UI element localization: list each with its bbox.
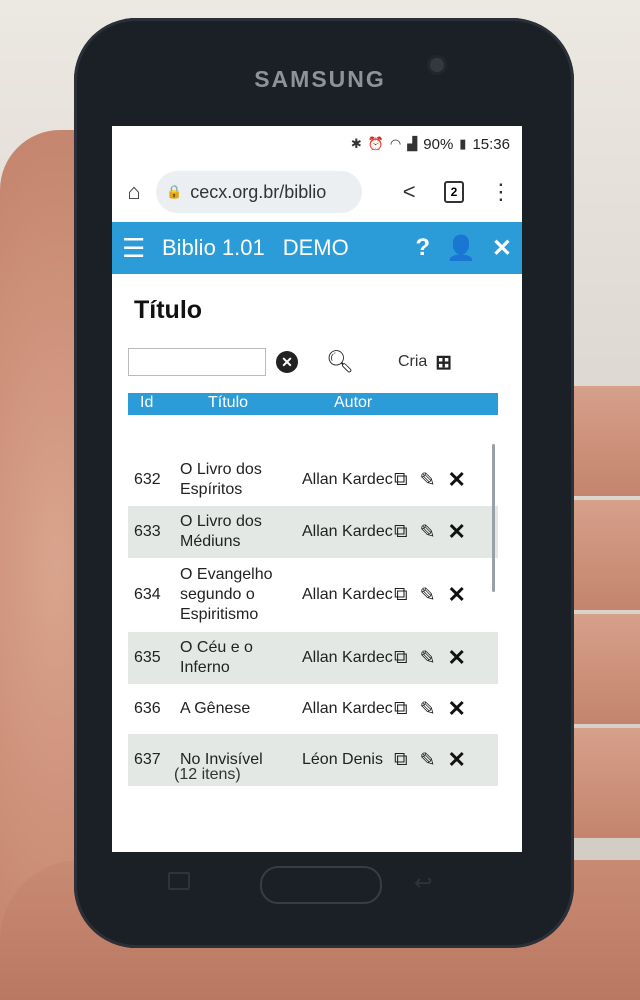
table-row[interactable]: 632 O Livro dos Espíritos Allan Kardec ⧉… (128, 454, 498, 506)
table-row[interactable]: 633 O Livro dos Médiuns Allan Kardec ⧉ ✎… (128, 506, 498, 558)
url-text: cecx.org.br/biblio (190, 181, 327, 202)
table-header: Id Título Autor (128, 393, 498, 415)
edit-icon[interactable]: ✎ (420, 698, 436, 721)
item-count: (12 itens) (174, 766, 241, 783)
delete-icon[interactable]: ✕ (448, 467, 466, 493)
edit-icon[interactable]: ✎ (420, 469, 436, 492)
delete-icon[interactable]: ✕ (448, 747, 466, 773)
delete-icon[interactable]: ✕ (448, 645, 466, 671)
search-input[interactable] (128, 348, 266, 376)
cell-title: O Livro dos Médiuns (180, 513, 262, 550)
user-icon[interactable]: 👤 (446, 234, 476, 263)
app-header: ☰ Biblio 1.01 DEMO ? 👤 ✕ (112, 222, 522, 274)
cell-author: Allan Kardec (302, 700, 393, 717)
cell-author: Allan Kardec (302, 586, 393, 603)
recent-apps-key[interactable] (168, 872, 190, 890)
table-row[interactable]: 634 O Evangelho segundo o Espiritismo Al… (128, 558, 498, 632)
table-row[interactable]: 636 A Gênese Allan Kardec ⧉ ✎ ✕ (128, 684, 498, 734)
hamburger-menu-icon[interactable]: ☰ (122, 233, 154, 264)
add-document-icon: ⊞ (435, 351, 453, 374)
front-camera (430, 58, 444, 72)
scrollbar[interactable] (492, 444, 495, 592)
cell-id: 634 (134, 586, 161, 603)
edit-icon[interactable]: ✎ (420, 584, 436, 607)
column-header-title[interactable]: Título (208, 394, 248, 412)
tab-switcher-button[interactable]: 2 (444, 181, 464, 203)
phone-screen: ✱ ⏰ ◠ ▟ 90% ▮ 15:36 ⌂ 🔒 cecx.org.br/bibl… (112, 126, 522, 852)
home-icon[interactable]: ⌂ (122, 178, 146, 206)
delete-icon[interactable]: ✕ (448, 696, 466, 722)
battery-icon: ▮ (459, 136, 467, 151)
share-icon[interactable]: < (398, 179, 420, 205)
cell-author: Allan Kardec (302, 523, 393, 540)
bluetooth-icon: ✱ (350, 136, 362, 151)
signal-icon: ▟ (407, 136, 418, 151)
delete-icon[interactable]: ✕ (448, 582, 466, 608)
cell-id: 637 (134, 751, 161, 768)
create-label: Cria (397, 353, 428, 370)
cell-title: O Céu e o Inferno (180, 639, 253, 676)
column-header-author[interactable]: Autor (334, 394, 372, 412)
battery-percent: 90% (423, 135, 454, 153)
alarm-icon: ⏰ (367, 136, 384, 151)
clock: 15:36 (472, 135, 510, 153)
books-table: 632 O Livro dos Espíritos Allan Kardec ⧉… (128, 454, 498, 786)
cell-author: Allan Kardec (302, 471, 393, 488)
cell-id: 636 (134, 700, 161, 717)
search-icon[interactable]: 🔍︎ (326, 349, 354, 375)
wifi-icon: ◠ (389, 136, 402, 151)
overflow-menu-icon[interactable]: ⋮ (490, 179, 512, 205)
clear-search-icon[interactable]: ✕ (276, 351, 298, 373)
edit-icon[interactable]: ✎ (420, 647, 436, 670)
home-button[interactable] (260, 866, 382, 904)
copy-icon[interactable]: ⧉ (394, 749, 408, 771)
create-button[interactable]: Cria ⊞ (398, 350, 452, 375)
cell-author: Allan Kardec (302, 649, 393, 666)
cell-id: 635 (134, 649, 161, 666)
table-row[interactable]: 635 O Céu e o Inferno Allan Kardec ⧉ ✎ ✕ (128, 632, 498, 684)
brand-logo: SAMSUNG (254, 66, 386, 92)
cell-title: O Livro dos Espíritos (180, 461, 262, 498)
cell-id: 632 (134, 471, 161, 488)
cell-title: A Gênese (180, 700, 251, 717)
delete-icon[interactable]: ✕ (448, 519, 466, 545)
copy-icon[interactable]: ⧉ (394, 584, 408, 606)
copy-icon[interactable]: ⧉ (394, 469, 408, 491)
status-bar: ✱ ⏰ ◠ ▟ 90% ▮ 15:36 (112, 126, 522, 162)
copy-icon[interactable]: ⧉ (394, 521, 408, 543)
cell-author: Léon Denis (302, 751, 383, 768)
address-bar[interactable]: 🔒 cecx.org.br/biblio (156, 171, 362, 213)
edit-icon[interactable]: ✎ (420, 749, 436, 772)
edit-icon[interactable]: ✎ (420, 521, 436, 544)
lock-icon: 🔒 (166, 184, 183, 199)
help-icon[interactable]: ? (415, 234, 430, 262)
demo-label: DEMO (282, 235, 349, 260)
copy-icon[interactable]: ⧉ (394, 647, 408, 669)
cell-title: O Evangelho segundo o Espiritismo (180, 566, 273, 623)
column-header-id[interactable]: Id (140, 394, 153, 412)
copy-icon[interactable]: ⧉ (394, 698, 408, 720)
browser-toolbar: ⌂ 🔒 cecx.org.br/biblio < 2 ⋮ (112, 162, 522, 222)
page-title: Título (134, 296, 203, 324)
close-icon[interactable]: ✕ (492, 234, 512, 263)
search-row: ✕ 🔍︎ Cria ⊞ (128, 345, 522, 379)
back-key-icon[interactable]: ↩ (414, 870, 432, 896)
app-title: Biblio 1.01 (162, 235, 265, 260)
cell-id: 633 (134, 523, 161, 540)
